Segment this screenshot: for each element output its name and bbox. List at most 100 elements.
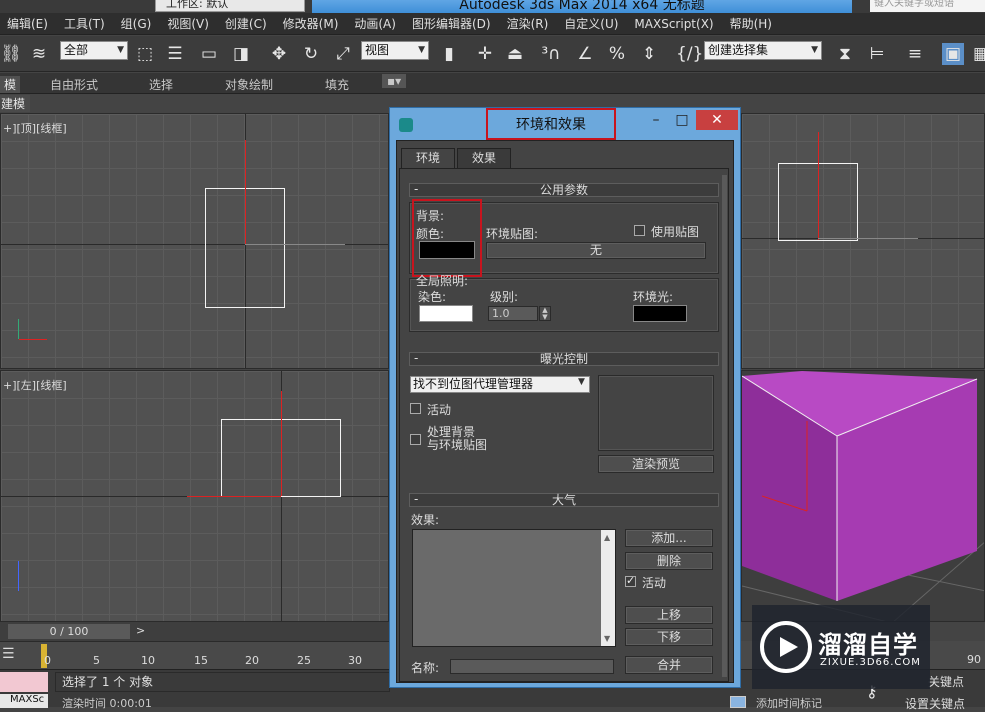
menu-create[interactable]: 创建(C) xyxy=(218,15,276,32)
effect-name-input[interactable] xyxy=(450,659,614,674)
named-selection-select[interactable]: 创建选择集 xyxy=(704,41,822,60)
use-map-checkbox[interactable] xyxy=(634,225,645,236)
environment-effects-dialog[interactable]: 环境和效果 – □ ✕ 环境 效果 - 公用参数 背景: 颜色: 环境贴图: 使… xyxy=(389,107,741,688)
select-manipulate-icon[interactable]: ✛ xyxy=(474,43,496,65)
schematic-icon[interactable]: ▦ xyxy=(970,43,985,65)
time-slider[interactable]: 0 / 100 xyxy=(8,624,130,639)
ribbon-panel-label[interactable]: 建模 xyxy=(0,95,30,112)
tint-label: 染色: xyxy=(418,290,447,304)
auto-key-label[interactable]: 关键点 xyxy=(928,673,964,690)
menu-tools[interactable]: 工具(T) xyxy=(57,15,114,32)
close-icon[interactable]: ✕ xyxy=(696,110,738,130)
merge-button[interactable]: 合并 xyxy=(625,656,713,674)
bind-spacewarp-icon[interactable]: ≋ xyxy=(28,43,50,65)
menu-help[interactable]: 帮助(H) xyxy=(723,15,781,32)
scroll-down-icon[interactable]: ▼ xyxy=(604,634,610,643)
set-key-label[interactable]: 设置关键点 xyxy=(905,695,965,712)
spinner-snap-icon[interactable]: ⇕ xyxy=(638,43,660,65)
workspace-select[interactable]: 工作区: 默认 xyxy=(155,0,305,12)
tab-modeling[interactable]: 模 xyxy=(0,76,21,93)
level-input[interactable]: 1.0 xyxy=(488,306,538,321)
level-spinner[interactable]: ▲ ▼ xyxy=(539,306,551,321)
menu-modifiers[interactable]: 修改器(M) xyxy=(276,15,348,32)
snap-3d-icon[interactable]: ³∩ xyxy=(540,43,562,65)
pivot-center-icon[interactable]: ▮ xyxy=(438,43,460,65)
scale-icon[interactable]: ⤢ xyxy=(332,43,354,65)
rotate-icon[interactable]: ↻ xyxy=(300,43,322,65)
effects-list-scrollbar[interactable]: ▲ ▼ xyxy=(601,530,615,646)
move-up-button[interactable]: 上移 xyxy=(625,606,713,624)
tab-environment[interactable]: 环境 xyxy=(401,148,455,169)
rollout-atmosphere[interactable]: - 大气 xyxy=(409,493,719,507)
tint-color-swatch[interactable] xyxy=(419,305,473,322)
viewport-front[interactable] xyxy=(741,113,985,369)
viewport-left[interactable]: +][左][线框] xyxy=(0,370,389,622)
menu-animation[interactable]: 动画(A) xyxy=(347,15,405,32)
maximize-icon[interactable]: □ xyxy=(672,110,692,130)
layer-manager-icon[interactable]: ≡ xyxy=(904,43,926,65)
rollout-common-params[interactable]: - 公用参数 xyxy=(409,183,719,197)
dialog-titlebar[interactable]: 环境和效果 – □ ✕ xyxy=(390,108,740,140)
reference-coord-select[interactable]: 视图 xyxy=(361,41,429,60)
menu-graph-editors[interactable]: 图形编辑器(D) xyxy=(405,15,500,32)
gizmo-x-axis xyxy=(245,244,345,245)
percent-snap-icon[interactable]: % xyxy=(606,43,628,65)
delete-effect-button[interactable]: 删除 xyxy=(625,552,713,570)
time-tag-icon[interactable] xyxy=(730,696,746,708)
effects-list[interactable] xyxy=(412,529,616,647)
viewport-top-label[interactable]: +][顶][线框] xyxy=(3,120,67,136)
env-map-button[interactable]: 无 xyxy=(486,242,706,259)
minimize-icon[interactable]: – xyxy=(646,110,666,130)
viewport-left-label[interactable]: +][左][线框] xyxy=(3,377,67,393)
maxscript-listener[interactable] xyxy=(0,672,48,692)
chevron-down-icon[interactable]: ▼ xyxy=(578,377,585,387)
mirror-icon[interactable]: ⧗ xyxy=(834,43,856,65)
rollout-exposure[interactable]: - 曝光控制 xyxy=(409,352,719,366)
mini-curve-icon[interactable]: ☰ xyxy=(2,646,15,662)
atmosphere-active-checkbox[interactable] xyxy=(625,574,636,587)
ambient-color-swatch[interactable] xyxy=(633,305,687,322)
selection-filter-select[interactable]: 全部 xyxy=(60,41,128,60)
tab-object-paint[interactable]: 对象绘制 xyxy=(225,76,273,93)
viewport-perspective[interactable] xyxy=(741,370,985,622)
menu-views[interactable]: 视图(V) xyxy=(160,15,218,32)
next-frame-icon[interactable]: > xyxy=(136,624,145,637)
angle-snap-icon[interactable]: ∠ xyxy=(574,43,596,65)
ribbon-options-icon[interactable]: ▪▾ xyxy=(382,74,407,88)
process-bg-checkbox[interactable] xyxy=(410,434,421,445)
world-axis-x xyxy=(19,339,47,340)
rect-selection-icon[interactable]: ▭ xyxy=(198,43,220,65)
graphite-toggle-icon[interactable]: ▣ xyxy=(942,43,964,65)
add-effect-button[interactable]: 添加... xyxy=(625,529,713,547)
menu-customize[interactable]: 自定义(U) xyxy=(557,15,627,32)
scroll-up-icon[interactable]: ▲ xyxy=(604,533,610,542)
tab-selection[interactable]: 选择 xyxy=(149,76,173,93)
select-by-name-icon[interactable]: ☰ xyxy=(164,43,186,65)
menu-group[interactable]: 组(G) xyxy=(114,15,161,32)
menu-rendering[interactable]: 渲染(R) xyxy=(500,15,558,32)
exposure-type-select[interactable]: 找不到位图代理管理器 xyxy=(410,376,590,393)
track-bar[interactable]: ☰ 0 5 10 15 20 25 30 xyxy=(0,641,390,669)
menu-maxscript[interactable]: MAXScript(X) xyxy=(627,17,722,31)
panel-scrollbar[interactable] xyxy=(722,175,727,677)
search-input[interactable]: 键入关键字或短语 xyxy=(870,0,985,12)
render-preview-button[interactable]: 渲染预览 xyxy=(598,455,714,473)
move-icon[interactable]: ✥ xyxy=(268,43,290,65)
keyboard-shortcut-icon[interactable]: ⏏ xyxy=(504,43,526,65)
level-label: 级别: xyxy=(490,290,519,304)
select-object-icon[interactable]: ⬚ xyxy=(134,43,156,65)
move-down-button[interactable]: 下移 xyxy=(625,628,713,646)
maxscript-mini-label[interactable]: MAXSc xyxy=(0,694,48,708)
exposure-active-checkbox[interactable] xyxy=(410,403,421,414)
tab-populate[interactable]: 填充 xyxy=(325,76,349,93)
align-icon[interactable]: ⊨ xyxy=(866,43,888,65)
viewport-top[interactable]: +][顶][线框] xyxy=(0,113,389,369)
tab-effects[interactable]: 效果 xyxy=(457,148,511,169)
menu-edit[interactable]: 编辑(E) xyxy=(0,15,57,32)
link-icon[interactable]: ⛓ xyxy=(0,43,22,65)
time-slider-bar: 0 / 100 > xyxy=(0,622,390,641)
tab-freeform[interactable]: 自由形式 xyxy=(50,76,98,93)
add-time-tag[interactable]: 添加时间标记 xyxy=(756,695,822,711)
window-crossing-icon[interactable]: ◨ xyxy=(230,43,252,65)
edit-named-sel-icon[interactable]: {/} xyxy=(676,43,703,65)
